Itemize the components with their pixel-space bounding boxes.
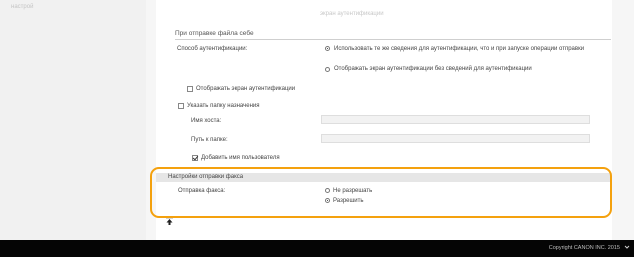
sidebar-label: настрой (11, 4, 34, 10)
folder-path-input[interactable] (321, 134, 590, 143)
chevron-down-icon[interactable] (624, 244, 630, 250)
settings-panel: экран аутентификации При отправке файла … (156, 0, 612, 240)
add-username-label: Добавить имя пользователя (201, 155, 280, 161)
specify-destination-checkbox[interactable] (178, 103, 184, 109)
copyright-text: Copyright CANON INC. 2015 (548, 245, 620, 251)
auth-method-label: Способ аутентификации: (177, 46, 248, 52)
auth-option-same-label: Использовать те же сведения для аутентиф… (334, 46, 585, 52)
host-name-input[interactable] (321, 115, 590, 124)
faded-header-text: экран аутентификации (320, 11, 384, 17)
sidebar: настрой (0, 0, 146, 240)
fax-send-label: Отправка факса: (178, 188, 226, 194)
fax-disallow-label: Не разрешать (333, 188, 373, 194)
show-auth-screen-checkbox[interactable] (187, 86, 193, 92)
show-auth-screen-label: Отображать экран аутентификации (196, 86, 296, 92)
auth-option-show-radio[interactable] (325, 67, 330, 72)
fax-settings-title: Настройки отправки факса (168, 174, 244, 180)
footer: Copyright CANON INC. 2015 (0, 240, 634, 257)
section-divider (175, 39, 611, 40)
add-username-checkbox[interactable] (192, 155, 198, 161)
auth-option-show-label: Отображать экран аутентификации без свед… (334, 66, 532, 72)
send-to-self-title: При отправке файла себе (175, 30, 254, 37)
fax-allow-label: Разрешить (333, 198, 364, 204)
auth-option-same-radio[interactable] (325, 46, 330, 51)
host-name-label: Имя хоста: (191, 118, 222, 124)
specify-destination-label: Указать папку назначения (187, 103, 260, 109)
folder-path-label: Путь к папке: (191, 137, 228, 143)
scroll-to-top-icon[interactable] (166, 217, 173, 225)
fax-disallow-radio[interactable] (325, 188, 330, 193)
fax-allow-radio[interactable] (325, 198, 330, 203)
